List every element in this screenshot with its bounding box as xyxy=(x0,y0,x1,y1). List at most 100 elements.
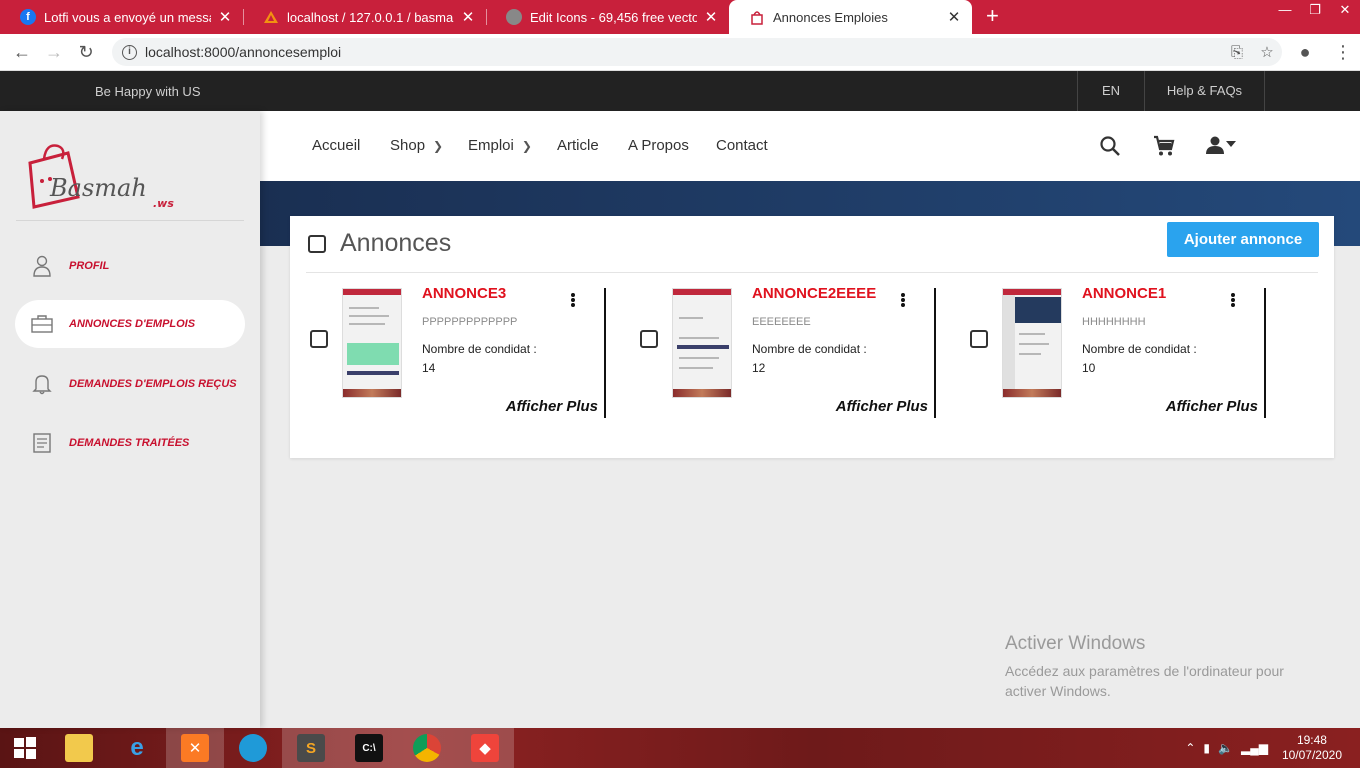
facebook-icon: f xyxy=(20,9,36,25)
more-options-icon[interactable] xyxy=(898,290,908,310)
nav-label: Accueil xyxy=(312,137,361,154)
annonce-checkbox[interactable] xyxy=(970,330,988,348)
help-link[interactable]: Help & FAQs xyxy=(1144,71,1265,111)
annonces-card: Annonces Ajouter annonce ANNONCE3 PPPPPP… xyxy=(290,216,1334,458)
nav-item-emploi[interactable]: Emploi ❯ xyxy=(468,111,532,181)
candidate-count: 14 xyxy=(422,361,436,375)
sidebar-item-label: DEMANDES D'EMPLOIS REÇUS xyxy=(69,378,237,390)
xampp-icon: ✕ xyxy=(181,734,209,762)
close-icon[interactable]: ✕ xyxy=(703,8,719,26)
nav-item-accueil[interactable]: Accueil xyxy=(312,111,360,181)
watermark-text: Accédez aux paramètres de l'ordinateur p… xyxy=(1005,663,1284,699)
taskbar-app[interactable]: S xyxy=(282,728,340,768)
language-selector[interactable]: EN xyxy=(1077,71,1144,111)
restore-icon[interactable]: ❐ xyxy=(1300,0,1330,22)
browser-tab[interactable]: f Lotfi vous a envoyé un message ✕ xyxy=(0,0,243,34)
url-field[interactable]: i localhost:8000/annoncesemploi ⎘ ☆ xyxy=(112,38,1282,66)
account-icon[interactable]: ● xyxy=(1290,42,1320,63)
annonce-item: ANNONCE1 HHHHHHHH Nombre de condidat : 1… xyxy=(950,285,1280,418)
star-icon[interactable]: ☆ xyxy=(1252,43,1282,61)
show-more-link[interactable]: Afficher Plus xyxy=(506,398,598,415)
nav-item-apropos[interactable]: A Propos xyxy=(628,111,689,181)
browser-tab-active[interactable]: Annonces Emploies ✕ xyxy=(729,0,972,34)
divider xyxy=(934,288,936,418)
file-explorer-icon xyxy=(65,734,93,762)
back-icon[interactable]: ← xyxy=(6,42,38,63)
taskbar-app[interactable] xyxy=(50,728,108,768)
close-window-icon[interactable]: ✕ xyxy=(1330,0,1360,22)
close-icon[interactable]: ✕ xyxy=(460,8,476,26)
chrome-icon xyxy=(413,734,441,762)
taskbar-app[interactable] xyxy=(398,728,456,768)
annonce-thumbnail[interactable] xyxy=(672,288,732,398)
sublime-text-icon: S xyxy=(297,734,325,762)
taskbar: e ✕ S C:\ ◆ ⌃ ▮ 🔈 ▂▄▆ 19:48 10/07/2020 xyxy=(0,728,1360,768)
taskbar-app[interactable] xyxy=(224,728,282,768)
minimize-icon[interactable]: — xyxy=(1270,0,1300,22)
candidate-count-label: Nombre de condidat : xyxy=(752,342,867,356)
candidate-count-label: Nombre de condidat : xyxy=(422,342,537,356)
taskbar-app[interactable]: e xyxy=(108,728,166,768)
chevron-up-icon[interactable]: ⌃ xyxy=(1185,741,1195,755)
network-icon[interactable]: ▂▄▆ xyxy=(1241,741,1268,755)
start-button[interactable] xyxy=(0,728,50,768)
browser-tab-bar: f Lotfi vous a envoyé un message ✕ local… xyxy=(0,0,1360,34)
show-more-link[interactable]: Afficher Plus xyxy=(1166,398,1258,415)
close-icon[interactable]: ✕ xyxy=(217,8,233,26)
taskbar-app[interactable]: ✕ xyxy=(166,728,224,768)
battery-icon[interactable]: ▮ xyxy=(1203,741,1210,755)
divider xyxy=(1264,288,1266,418)
logo-text: Basmah xyxy=(49,174,147,202)
main-header: Accueil Shop ❯ Emploi ❯ Article A Propos C… xyxy=(260,111,1360,181)
annonce-title[interactable]: ANNONCE1 xyxy=(1082,285,1166,302)
annonce-checkbox[interactable] xyxy=(640,330,658,348)
more-options-icon[interactable] xyxy=(568,290,578,310)
briefcase-icon xyxy=(15,315,69,333)
account-dropdown[interactable] xyxy=(1205,135,1237,162)
nav-item-article[interactable]: Article xyxy=(557,111,599,181)
window-controls: — ❐ ✕ xyxy=(1270,0,1360,22)
annonce-title[interactable]: ANNONCE3 xyxy=(422,285,506,302)
close-icon[interactable]: ✕ xyxy=(946,8,962,26)
cart-icon[interactable] xyxy=(1153,135,1175,162)
annonce-checkbox[interactable] xyxy=(310,330,328,348)
new-tab-button[interactable]: + xyxy=(986,0,999,34)
show-more-link[interactable]: Afficher Plus xyxy=(836,398,928,415)
sidebar-item-demandes-recus[interactable]: DEMANDES D'EMPLOIS REÇUS xyxy=(15,360,245,408)
menu-icon[interactable]: ⋮ xyxy=(1328,42,1358,63)
sidebar-item-demandes-traitees[interactable]: DEMANDES TRAITÉES xyxy=(15,419,245,467)
nav-item-contact[interactable]: Contact xyxy=(716,111,768,181)
reload-icon[interactable]: ↻ xyxy=(70,42,102,63)
sidebar-item-profil[interactable]: PROFIL xyxy=(15,242,245,290)
basmah-icon xyxy=(749,9,765,25)
translate-icon[interactable]: ⎘ xyxy=(1222,44,1252,61)
logo[interactable]: Basmah .ws xyxy=(20,141,190,219)
windows-icon xyxy=(14,737,36,759)
annonce-thumbnail[interactable] xyxy=(342,288,402,398)
sidebar-item-annonces[interactable]: ANNONCES D'EMPLOIS xyxy=(15,300,245,348)
annonce-description: EEEEEEEE xyxy=(752,316,811,328)
select-all-checkbox[interactable] xyxy=(308,235,326,253)
url-text: localhost:8000/annoncesemploi xyxy=(145,44,342,60)
taskbar-app[interactable]: ◆ xyxy=(456,728,514,768)
browser-tab[interactable]: localhost / 127.0.0.1 / basmahws ✕ xyxy=(243,0,486,34)
phpmyadmin-icon xyxy=(263,9,279,25)
add-annonce-button[interactable]: Ajouter annonce xyxy=(1167,222,1319,257)
address-bar: ← → ↻ i localhost:8000/annoncesemploi ⎘ … xyxy=(0,34,1360,71)
more-options-icon[interactable] xyxy=(1228,290,1238,310)
search-icon[interactable] xyxy=(1099,135,1121,162)
windows-activation-watermark: Activer Windows Accédez aux paramètres d… xyxy=(1005,633,1315,701)
slogan: Be Happy with US xyxy=(95,84,201,99)
annonce-thumbnail[interactable] xyxy=(1002,288,1062,398)
volume-icon[interactable]: 🔈 xyxy=(1218,741,1233,755)
site-topbar: Be Happy with US EN Help & FAQs xyxy=(0,71,1360,111)
info-icon[interactable]: i xyxy=(122,44,137,60)
taskbar-app[interactable]: C:\ xyxy=(340,728,398,768)
browser-tab[interactable]: Edit Icons - 69,456 free vector ico ✕ xyxy=(486,0,729,34)
clock[interactable]: 19:48 10/07/2020 xyxy=(1282,733,1342,763)
forward-icon[interactable]: → xyxy=(38,42,70,63)
nav-item-shop[interactable]: Shop ❯ xyxy=(390,111,443,181)
tab-title: Annonces Emploies xyxy=(773,9,888,25)
annonce-title[interactable]: ANNONCE2EEEE xyxy=(752,285,876,302)
watermark-title: Activer Windows xyxy=(1005,633,1146,654)
